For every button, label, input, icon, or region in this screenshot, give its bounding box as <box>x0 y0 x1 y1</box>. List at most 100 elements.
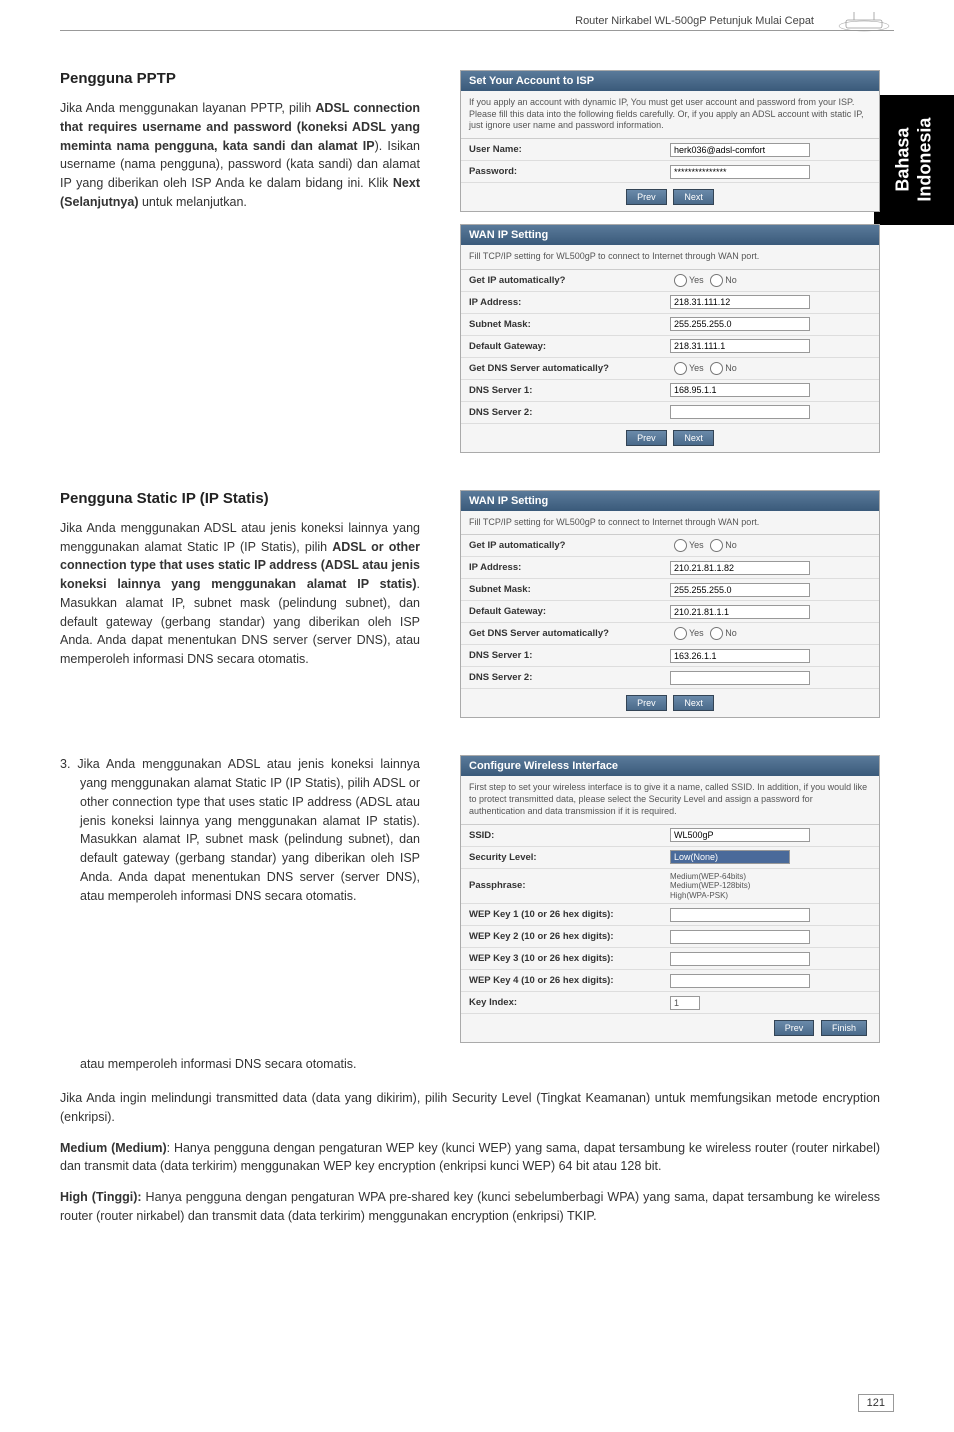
wan1-gateway-input[interactable] <box>670 339 810 353</box>
wireless-title: Configure Wireless Interface <box>461 756 879 776</box>
static-ip-body: Jika Anda menggunakan ADSL atau jenis ko… <box>60 519 420 669</box>
security-select[interactable]: Low(None) <box>670 850 790 864</box>
wan2-ip-label: IP Address: <box>469 562 670 573</box>
wan-ip-panel-1: WAN IP Setting Fill TCP/IP setting for W… <box>460 224 880 453</box>
keyindex-select[interactable]: 1 <box>670 996 700 1010</box>
pptp-heading: Pengguna PPTP <box>60 70 420 87</box>
no-label-2: No <box>725 363 737 373</box>
no-label-4: No <box>725 628 737 638</box>
yes-label: Yes <box>689 275 704 285</box>
wireless-desc: First step to set your wireless interfac… <box>461 776 879 824</box>
wan1-dns2-input[interactable] <box>670 405 810 419</box>
isp-panel-title: Set Your Account to ISP <box>461 71 879 91</box>
security-label: Security Level: <box>469 852 670 863</box>
side-tab-line2: Indonesia <box>914 118 934 202</box>
wan-ip-panel-2: WAN IP Setting Fill TCP/IP setting for W… <box>460 490 880 719</box>
wan2-subnet-label: Subnet Mask: <box>469 584 670 595</box>
wan2-prev-button[interactable]: Prev <box>626 695 667 711</box>
wan2-title: WAN IP Setting <box>461 491 879 511</box>
high-desc: Hanya pengguna dengan pengaturan WPA pre… <box>60 1190 880 1223</box>
ssid-label: SSID: <box>469 830 670 841</box>
wan1-getdns-no[interactable] <box>710 362 723 375</box>
wep3-input[interactable] <box>670 952 810 966</box>
wireless-panel: Configure Wireless Interface First step … <box>460 755 880 1043</box>
medium-label: Medium (Medium) <box>60 1141 167 1155</box>
wan2-dns1-label: DNS Server 1: <box>469 650 670 661</box>
passphrase-label: Passphrase: <box>469 880 670 891</box>
item3-tail: atau memperoleh informasi DNS secara oto… <box>80 1055 880 1074</box>
pass-opt1[interactable]: Medium(WEP-64bits) <box>670 872 871 882</box>
wan2-desc: Fill TCP/IP setting for WL500gP to conne… <box>461 511 879 536</box>
wan1-dns2-label: DNS Server 2: <box>469 407 670 418</box>
medium-desc: : Hanya pengguna dengan pengaturan WEP k… <box>60 1141 880 1174</box>
wireless-prev-button[interactable]: Prev <box>774 1020 815 1036</box>
language-tab: Bahasa Indonesia <box>874 95 954 225</box>
wep4-input[interactable] <box>670 974 810 988</box>
wan2-dns2-label: DNS Server 2: <box>469 672 670 683</box>
header-title: Router Nirkabel WL-500gP Petunjuk Mulai … <box>575 15 814 27</box>
yes-label-3: Yes <box>689 540 704 550</box>
high-label: High (Tinggi): <box>60 1190 142 1204</box>
wan1-getip-label: Get IP automatically? <box>469 275 670 286</box>
wan2-gateway-label: Default Gateway: <box>469 606 670 617</box>
wan1-next-button[interactable]: Next <box>673 430 714 446</box>
wan2-getdns-label: Get DNS Server automatically? <box>469 628 670 639</box>
wan2-getip-no[interactable] <box>710 539 723 552</box>
wep3-label: WEP Key 3 (10 or 26 hex digits): <box>469 953 670 964</box>
wep1-label: WEP Key 1 (10 or 26 hex digits): <box>469 909 670 920</box>
wan1-ip-input[interactable] <box>670 295 810 309</box>
isp-panel-desc: If you apply an account with dynamic IP,… <box>461 91 879 139</box>
wan1-subnet-label: Subnet Mask: <box>469 319 670 330</box>
wan1-dns1-input[interactable] <box>670 383 810 397</box>
wan2-ip-input[interactable] <box>670 561 810 575</box>
wan2-getip-label: Get IP automatically? <box>469 540 670 551</box>
pass-opt3[interactable]: High(WPA-PSK) <box>670 891 871 901</box>
bottom-p2: Medium (Medium): Hanya pengguna dengan p… <box>60 1139 880 1177</box>
username-input[interactable] <box>670 143 810 157</box>
wan1-dns1-label: DNS Server 1: <box>469 385 670 396</box>
wan2-getip-yes[interactable] <box>674 539 687 552</box>
keyindex-label: Key Index: <box>469 997 670 1008</box>
wan1-getip-yes[interactable] <box>674 274 687 287</box>
wan2-subnet-input[interactable] <box>670 583 810 597</box>
wep4-label: WEP Key 4 (10 or 26 hex digits): <box>469 975 670 986</box>
static-ip-heading: Pengguna Static IP (IP Statis) <box>60 490 420 507</box>
wep2-label: WEP Key 2 (10 or 26 hex digits): <box>469 931 670 942</box>
side-tab-line1: Bahasa <box>892 128 912 192</box>
password-input[interactable] <box>670 165 810 179</box>
item3-body: 3. Jika Anda menggunakan ADSL atau jenis… <box>80 755 420 905</box>
no-label: No <box>725 275 737 285</box>
wireless-finish-button[interactable]: Finish <box>821 1020 867 1036</box>
bottom-p1: Jika Anda ingin melindungi transmitted d… <box>60 1089 880 1127</box>
page-number: 121 <box>858 1394 894 1412</box>
wan2-gateway-input[interactable] <box>670 605 810 619</box>
next-button[interactable]: Next <box>673 189 714 205</box>
isp-account-panel: Set Your Account to ISP If you apply an … <box>460 70 880 212</box>
wan1-desc: Fill TCP/IP setting for WL500gP to conne… <box>461 245 879 270</box>
wan1-getdns-yes[interactable] <box>674 362 687 375</box>
wan2-getdns-no[interactable] <box>710 627 723 640</box>
pptp-body: Jika Anda menggunakan layanan PPTP, pili… <box>60 99 420 212</box>
wan2-getdns-yes[interactable] <box>674 627 687 640</box>
wep1-input[interactable] <box>670 908 810 922</box>
pass-opt2[interactable]: Medium(WEP-128bits) <box>670 881 871 891</box>
password-label: Password: <box>469 166 670 177</box>
yes-label-2: Yes <box>689 363 704 373</box>
wep2-input[interactable] <box>670 930 810 944</box>
wan1-gateway-label: Default Gateway: <box>469 341 670 352</box>
wan1-title: WAN IP Setting <box>461 225 879 245</box>
header-rule <box>60 30 894 31</box>
wan1-getip-no[interactable] <box>710 274 723 287</box>
yes-label-4: Yes <box>689 628 704 638</box>
router-icon <box>834 8 894 33</box>
username-label: User Name: <box>469 144 670 155</box>
bottom-p3: High (Tinggi): Hanya pengguna dengan pen… <box>60 1188 880 1226</box>
wan2-next-button[interactable]: Next <box>673 695 714 711</box>
wan1-subnet-input[interactable] <box>670 317 810 331</box>
wan2-dns1-input[interactable] <box>670 649 810 663</box>
wan2-dns2-input[interactable] <box>670 671 810 685</box>
prev-button[interactable]: Prev <box>626 189 667 205</box>
wan1-prev-button[interactable]: Prev <box>626 430 667 446</box>
wan1-getdns-label: Get DNS Server automatically? <box>469 363 670 374</box>
ssid-input[interactable] <box>670 828 810 842</box>
